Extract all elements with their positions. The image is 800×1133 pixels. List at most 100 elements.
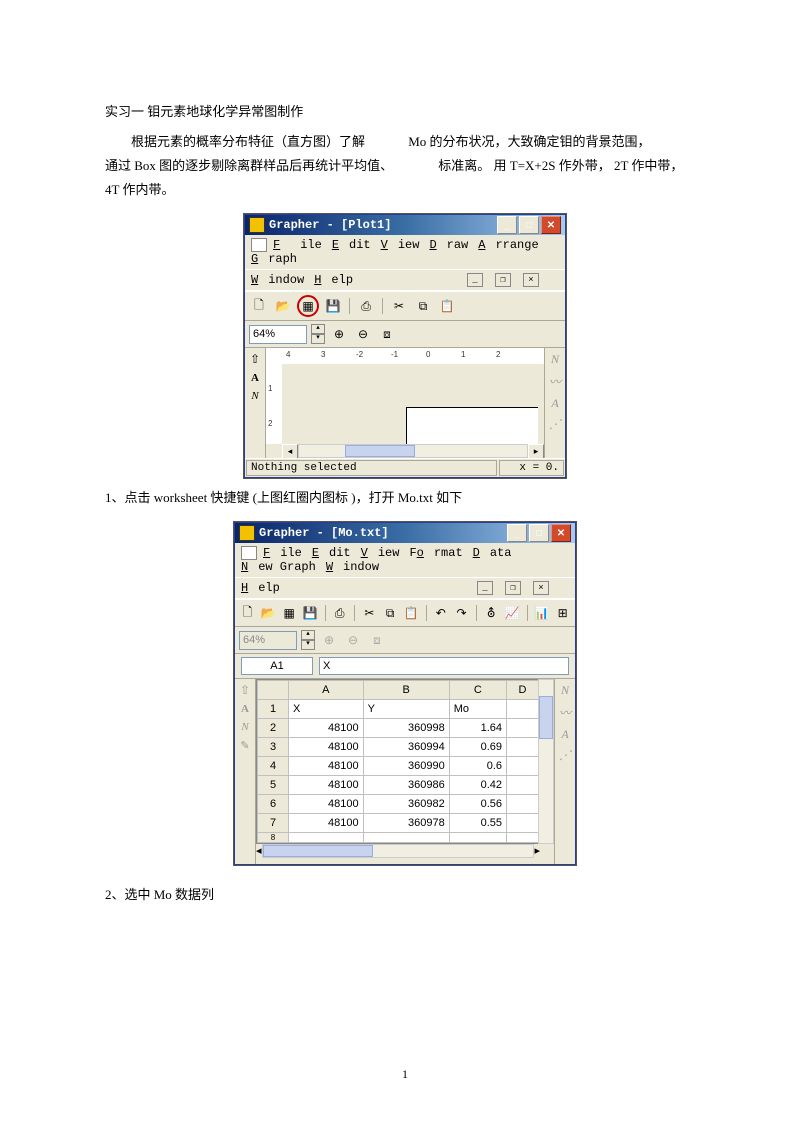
cell[interactable]: 360994 <box>363 738 449 757</box>
cell-value-box[interactable]: X <box>319 657 569 675</box>
cell-ref-box[interactable]: A1 <box>241 657 313 675</box>
cell[interactable] <box>507 700 539 719</box>
table-row[interactable]: 1 X Y Mo <box>258 700 539 719</box>
pointer-icon[interactable]: ⇧ <box>250 352 260 366</box>
menu-file[interactable]: File <box>273 238 322 252</box>
table-row[interactable]: 8 <box>258 833 539 843</box>
mdi-restore-button[interactable]: ❐ <box>505 581 521 595</box>
save-icon[interactable]: 💾 <box>302 603 319 623</box>
table-row[interactable]: 4 48100 360990 0.6 <box>258 757 539 776</box>
scroll-thumb[interactable] <box>263 845 373 857</box>
scroll-track[interactable] <box>262 844 535 858</box>
canvas-area[interactable]: 4 3 -2 -1 0 1 2 1 2 <box>266 348 544 458</box>
titlebar[interactable]: Grapher - [Plot1] _ □ ✕ <box>245 215 565 235</box>
new-icon[interactable]: 🗋 <box>239 603 256 623</box>
row-header[interactable]: 8 <box>258 833 289 843</box>
spreadsheet[interactable]: A B C D 1 X Y Mo <box>256 679 540 844</box>
scroll-thumb[interactable] <box>539 696 553 739</box>
cut-icon[interactable]: ✂ <box>361 603 378 623</box>
cell[interactable]: 0.42 <box>449 776 506 795</box>
cell[interactable] <box>507 814 539 833</box>
cell[interactable]: Mo <box>449 700 506 719</box>
save-icon[interactable]: 💾 <box>323 296 343 316</box>
maximize-button[interactable]: □ <box>529 524 549 542</box>
menu-edit[interactable]: Edit <box>312 546 351 560</box>
line-tool-icon[interactable]: N <box>251 390 258 402</box>
mdi-restore-button[interactable]: ❐ <box>495 273 511 287</box>
cell[interactable] <box>289 833 364 843</box>
menu-arrange[interactable]: Arrange <box>478 238 538 252</box>
mdi-min-button[interactable]: _ <box>467 273 483 287</box>
table-row[interactable]: 6 48100 360982 0.56 <box>258 795 539 814</box>
cell[interactable] <box>507 738 539 757</box>
plot-canvas[interactable] <box>282 364 544 444</box>
cell[interactable] <box>507 833 539 843</box>
cell[interactable]: 360982 <box>363 795 449 814</box>
cell[interactable]: 360978 <box>363 814 449 833</box>
cell[interactable]: 1.64 <box>449 719 506 738</box>
chart3-icon[interactable]: 📊 <box>533 603 550 623</box>
corner-cell[interactable] <box>258 681 289 700</box>
scroll-thumb[interactable] <box>345 445 415 457</box>
menu-file[interactable]: File <box>263 546 302 560</box>
row-header[interactable]: 3 <box>258 738 289 757</box>
scroll-right-button[interactable]: ▸ <box>534 844 540 858</box>
horizontal-scrollbar[interactable]: ◂ ▸ <box>256 844 540 858</box>
chart2-icon[interactable]: 📈 <box>504 603 521 623</box>
print-icon[interactable]: ⎙ <box>356 296 376 316</box>
zoom-out-icon[interactable]: ⊖ <box>353 324 373 344</box>
paste-icon[interactable]: 📋 <box>437 296 457 316</box>
col-header[interactable]: B <box>363 681 449 700</box>
open-icon[interactable]: 📂 <box>273 296 293 316</box>
col-header[interactable]: C <box>449 681 506 700</box>
paste-icon[interactable]: 📋 <box>403 603 420 623</box>
vertical-scrollbar[interactable] <box>538 679 554 844</box>
copy-icon[interactable]: ⧉ <box>382 603 399 623</box>
cell[interactable]: 48100 <box>289 757 364 776</box>
cut-icon[interactable]: ✂ <box>389 296 409 316</box>
cell[interactable]: 48100 <box>289 738 364 757</box>
table-row[interactable]: 5 48100 360986 0.42 <box>258 776 539 795</box>
undo-icon[interactable]: ↶ <box>432 603 449 623</box>
table-row[interactable]: 2 48100 360998 1.64 <box>258 719 539 738</box>
cell[interactable]: 0.55 <box>449 814 506 833</box>
menu-help[interactable]: Help <box>314 273 353 287</box>
cell[interactable] <box>507 719 539 738</box>
cell[interactable]: 360986 <box>363 776 449 795</box>
menu-draw[interactable]: Draw <box>429 238 468 252</box>
titlebar[interactable]: Grapher - [Mo.txt] _ □ ✕ <box>235 523 575 543</box>
mdi-min-button[interactable]: _ <box>477 581 493 595</box>
menu-view[interactable]: View <box>381 238 420 252</box>
scroll-left-button[interactable]: ◂ <box>282 444 298 458</box>
row-header[interactable]: 2 <box>258 719 289 738</box>
a-icon[interactable]: A <box>551 396 558 411</box>
cell[interactable] <box>449 833 506 843</box>
row-header[interactable]: 4 <box>258 757 289 776</box>
n-icon[interactable]: N <box>551 352 559 367</box>
maximize-button[interactable]: □ <box>519 216 539 234</box>
worksheet-icon[interactable]: ▦ <box>297 295 319 317</box>
cell[interactable]: 0.69 <box>449 738 506 757</box>
menu-edit[interactable]: Edit <box>332 238 371 252</box>
copy-icon[interactable]: ⧉ <box>413 296 433 316</box>
open-icon[interactable]: 📂 <box>260 603 277 623</box>
col-header[interactable]: A <box>289 681 364 700</box>
data-table[interactable]: A B C D 1 X Y Mo <box>257 680 539 843</box>
cell[interactable]: 0.56 <box>449 795 506 814</box>
chart1-icon[interactable]: ⛢ <box>483 603 500 623</box>
zoom-spinner[interactable]: ▴▾ <box>311 324 325 344</box>
cell[interactable]: Y <box>363 700 449 719</box>
table-row[interactable]: 3 48100 360994 0.69 <box>258 738 539 757</box>
col-header[interactable]: D <box>507 681 539 700</box>
cell[interactable]: 360998 <box>363 719 449 738</box>
minimize-button[interactable]: _ <box>507 524 527 542</box>
menu-help[interactable]: Help <box>241 581 280 595</box>
redo-icon[interactable]: ↷ <box>453 603 470 623</box>
print-icon[interactable]: ⎙ <box>331 603 348 623</box>
cell[interactable]: 48100 <box>289 814 364 833</box>
cell[interactable] <box>507 776 539 795</box>
worksheet-icon[interactable]: ▦ <box>281 603 298 623</box>
cell[interactable]: 48100 <box>289 776 364 795</box>
cell[interactable]: 360990 <box>363 757 449 776</box>
mdi-close-button[interactable]: × <box>523 273 539 287</box>
